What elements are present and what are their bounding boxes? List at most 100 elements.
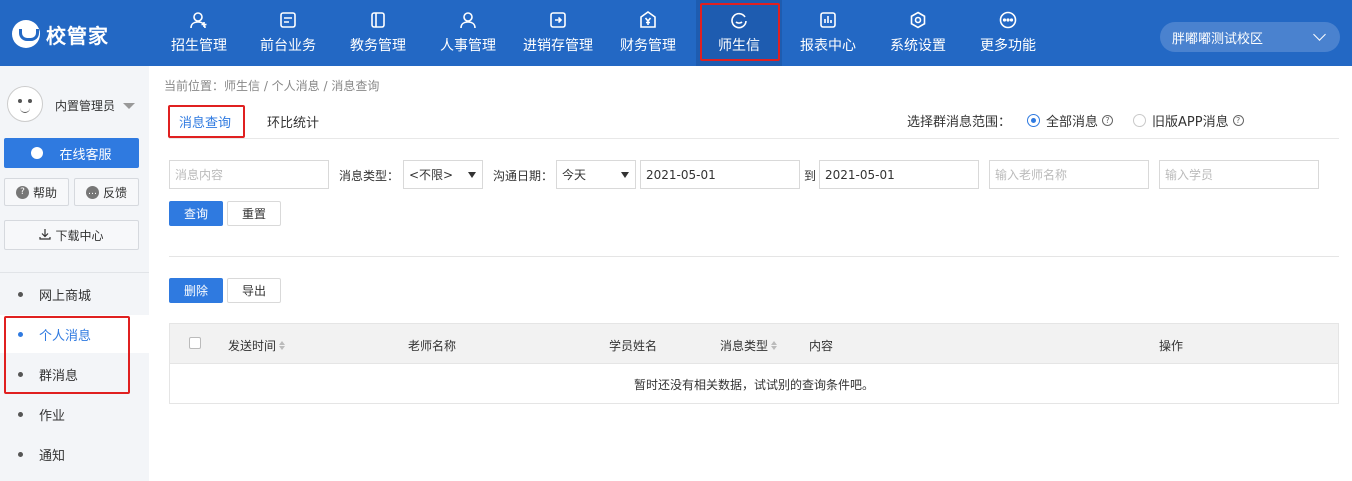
bullet-icon bbox=[18, 451, 23, 457]
empty-state-text: 暂时还没有相关数据，试试别的查询条件吧。 bbox=[633, 378, 874, 392]
export-button[interactable]: 导出 bbox=[227, 278, 281, 303]
radio-old-app-messages[interactable]: 旧版APP消息 ? bbox=[1133, 111, 1244, 130]
nav-item-front-desk[interactable]: 前台业务 bbox=[243, 0, 333, 66]
user-add-icon bbox=[189, 10, 209, 30]
feedback-button[interactable]: … 反馈 bbox=[74, 178, 139, 206]
desk-icon bbox=[278, 10, 298, 30]
nav-label: 进销存管理 bbox=[523, 38, 593, 54]
nav-label: 更多功能 bbox=[980, 38, 1036, 54]
nav-item-inventory[interactable]: 进销存管理 bbox=[513, 0, 603, 66]
help-circle-icon[interactable]: ? bbox=[1232, 115, 1244, 126]
sidebar-item-label: 通知 bbox=[39, 448, 66, 464]
inventory-icon bbox=[548, 10, 568, 30]
sort-icon bbox=[279, 341, 286, 350]
gear-icon bbox=[908, 10, 928, 30]
date-range-value: 今天 bbox=[562, 168, 587, 182]
top-navbar: 校管家 招生管理 前台业务 教务管理 人事管理 进销存管理 财务管理 师生信 报… bbox=[0, 0, 1352, 66]
column-message-type[interactable]: 消息类型 bbox=[720, 337, 778, 354]
delete-button[interactable]: 删除 bbox=[169, 278, 223, 303]
date-label: 沟通日期： bbox=[493, 169, 554, 183]
radio-label: 全部消息 bbox=[1046, 115, 1099, 130]
column-student-name: 学员姓名 bbox=[609, 337, 657, 354]
sidebar-item-label: 作业 bbox=[39, 408, 66, 424]
nav-item-reports[interactable]: 报表中心 bbox=[783, 0, 873, 66]
nav-label: 财务管理 bbox=[620, 38, 676, 54]
sort-icon bbox=[771, 341, 778, 350]
logo-text: 校管家 bbox=[46, 23, 109, 48]
column-label: 发送时间 bbox=[228, 339, 277, 353]
download-center-label: 下载中心 bbox=[55, 228, 104, 243]
campus-selector[interactable]: 胖嘟嘟测试校区 bbox=[1160, 22, 1340, 52]
message-type-label: 消息类型： bbox=[339, 169, 400, 183]
sidebar-divider bbox=[0, 272, 149, 273]
breadcrumb: 当前位置：师生信 / 个人消息 / 消息查询 bbox=[164, 79, 380, 93]
column-label: 内容 bbox=[809, 339, 834, 353]
more-icon bbox=[998, 10, 1018, 30]
date-range-select[interactable]: 今天 bbox=[556, 160, 636, 189]
teacher-name-input[interactable]: 输入老师名称 bbox=[989, 160, 1149, 189]
date-to-label: 到 bbox=[804, 169, 817, 183]
sidebar-item-label: 网上商城 bbox=[39, 288, 92, 304]
message-type-select[interactable]: <不限> bbox=[403, 160, 483, 189]
sidebar-item-homework[interactable]: 作业 bbox=[0, 395, 149, 433]
help-icon: ? bbox=[15, 185, 29, 199]
nav-item-messages[interactable]: 师生信 bbox=[696, 0, 782, 66]
logo-icon bbox=[12, 20, 40, 48]
reset-button[interactable]: 重置 bbox=[227, 201, 281, 226]
nav-label: 系统设置 bbox=[890, 38, 946, 54]
select-all-checkbox[interactable] bbox=[189, 337, 201, 349]
nav-item-more[interactable]: 更多功能 bbox=[963, 0, 1053, 66]
message-table: 发送时间 老师名称 学员姓名 消息类型 内容 操作 暂时还没有相关数据，试试别的… bbox=[169, 323, 1339, 404]
admin-name[interactable]: 内置管理员 bbox=[55, 97, 115, 114]
dropdown-arrow-icon bbox=[621, 172, 629, 178]
feedback-label: 反馈 bbox=[102, 185, 127, 200]
nav-item-hr[interactable]: 人事管理 bbox=[423, 0, 513, 66]
nav-label: 前台业务 bbox=[260, 38, 316, 54]
help-label: 帮助 bbox=[32, 185, 57, 200]
online-service-button[interactable]: 在线客服 bbox=[4, 138, 139, 168]
chat-icon bbox=[729, 10, 749, 30]
nav-item-enrollment[interactable]: 招生管理 bbox=[154, 0, 244, 66]
sidebar-item-personal-messages[interactable]: 个人消息 bbox=[0, 315, 149, 353]
column-actions: 操作 bbox=[1159, 337, 1183, 354]
column-send-time[interactable]: 发送时间 bbox=[228, 337, 286, 354]
column-label: 学员姓名 bbox=[609, 339, 658, 353]
sidebar-item-group-messages[interactable]: 群消息 bbox=[0, 355, 149, 393]
radio-all-messages[interactable]: 全部消息 ? bbox=[1027, 111, 1114, 130]
date-to-input[interactable]: 2021-05-01 bbox=[819, 160, 979, 189]
message-type-value: <不限> bbox=[409, 168, 454, 182]
column-label: 老师名称 bbox=[408, 339, 457, 353]
app-logo[interactable]: 校管家 bbox=[12, 18, 109, 50]
sidebar-item-online-mall[interactable]: 网上商城 bbox=[0, 275, 149, 313]
nav-item-settings[interactable]: 系统设置 bbox=[873, 0, 963, 66]
column-label: 操作 bbox=[1159, 339, 1184, 353]
student-input[interactable]: 输入学员 bbox=[1159, 160, 1319, 189]
bullet-icon bbox=[18, 411, 23, 417]
tab-period-stats[interactable]: 环比统计 bbox=[267, 112, 319, 131]
table-header: 发送时间 老师名称 学员姓名 消息类型 内容 操作 bbox=[170, 324, 1338, 364]
nav-label: 师生信 bbox=[718, 38, 760, 54]
search-button[interactable]: 查询 bbox=[169, 201, 223, 226]
download-icon bbox=[39, 228, 52, 243]
avatar[interactable] bbox=[7, 86, 43, 122]
scope-label: 选择群消息范围： bbox=[907, 115, 1012, 130]
radio-unselected-icon bbox=[1133, 114, 1146, 127]
download-center-button[interactable]: 下载中心 bbox=[4, 220, 139, 250]
service-icon bbox=[31, 147, 44, 159]
yuan-icon bbox=[638, 10, 658, 30]
sidebar-item-notices[interactable]: 通知 bbox=[0, 435, 149, 473]
help-circle-icon[interactable]: ? bbox=[1102, 115, 1114, 126]
help-button[interactable]: ? 帮助 bbox=[4, 178, 69, 206]
section-divider bbox=[169, 256, 1339, 257]
message-content-input[interactable]: 消息内容 bbox=[169, 160, 329, 189]
book-icon bbox=[368, 10, 388, 30]
nav-item-academic[interactable]: 教务管理 bbox=[333, 0, 423, 66]
sidebar-item-label: 群消息 bbox=[39, 368, 79, 384]
date-from-input[interactable]: 2021-05-01 bbox=[640, 160, 800, 189]
nav-item-finance[interactable]: 财务管理 bbox=[603, 0, 693, 66]
nav-label: 报表中心 bbox=[800, 38, 856, 54]
person-icon bbox=[458, 10, 478, 30]
caret-down-icon[interactable] bbox=[123, 103, 135, 109]
radio-selected-icon bbox=[1027, 114, 1040, 127]
tab-message-query[interactable]: 消息查询 bbox=[179, 112, 231, 131]
